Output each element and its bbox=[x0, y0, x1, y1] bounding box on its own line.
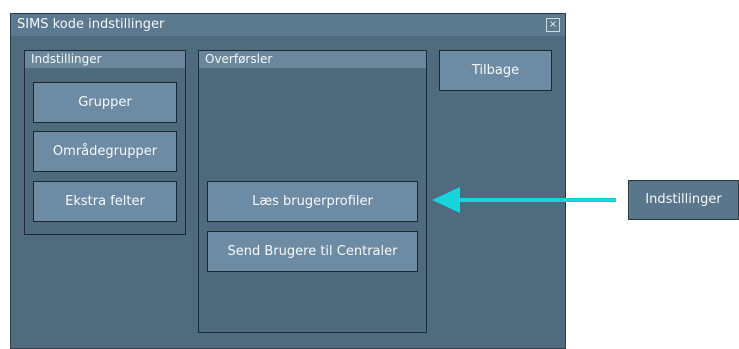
settings-window: SIMS kode indstillinger × Indstillinger … bbox=[10, 13, 566, 349]
settings-group: Indstillinger Grupper Områdegrupper Ekst… bbox=[24, 50, 186, 235]
send-users-to-centrals-button[interactable]: Send Brugere til Centraler bbox=[207, 231, 418, 272]
window-title: SIMS kode indstillinger bbox=[17, 17, 165, 32]
back-button[interactable]: Tilbage bbox=[439, 50, 552, 91]
read-user-profiles-button[interactable]: Læs brugerprofiler bbox=[207, 181, 418, 222]
close-icon: × bbox=[548, 19, 558, 30]
settings-group-title: Indstillinger bbox=[25, 51, 185, 68]
transfers-group-title: Overførsler bbox=[199, 51, 426, 68]
close-button[interactable]: × bbox=[546, 18, 560, 32]
extra-fields-button[interactable]: Ekstra felter bbox=[33, 181, 177, 222]
area-groups-button[interactable]: Områdegrupper bbox=[33, 131, 177, 172]
pointer-arrow-icon bbox=[432, 187, 616, 213]
external-settings-button[interactable]: Indstillinger bbox=[628, 180, 739, 220]
groups-button[interactable]: Grupper bbox=[33, 82, 177, 123]
window-titlebar: SIMS kode indstillinger × bbox=[11, 14, 565, 36]
transfers-group: Overførsler Læs brugerprofiler Send Brug… bbox=[198, 50, 427, 333]
